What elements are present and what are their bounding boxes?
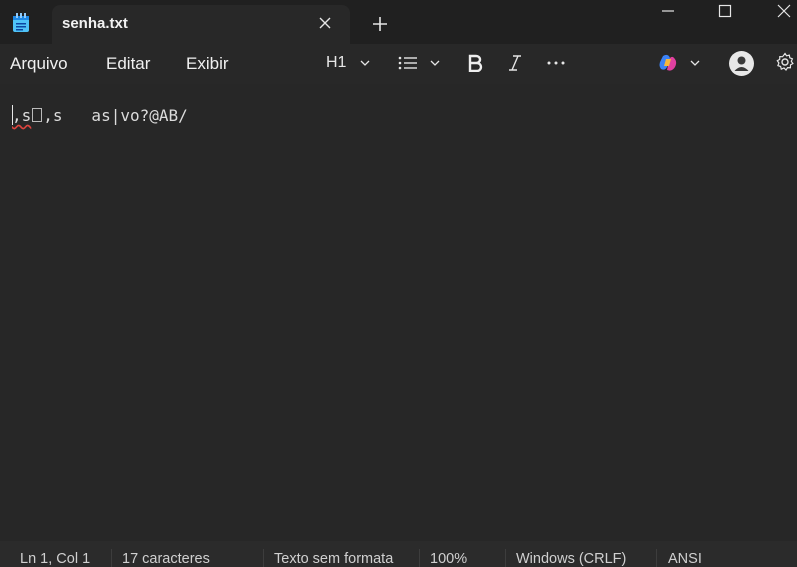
close-icon[interactable] (317, 15, 333, 31)
divider (263, 549, 264, 567)
maximize-button[interactable] (702, 0, 748, 22)
tab-senha[interactable]: senha.txt (52, 5, 350, 44)
title-bar: senha.txt (0, 0, 797, 44)
notepad-icon (13, 13, 29, 32)
list-dropdown[interactable] (398, 53, 442, 73)
tab-title: senha.txt (62, 15, 128, 32)
editor-text: ,s ,s as|vo?@AB/ (12, 106, 188, 125)
text-segment: ,s (12, 106, 32, 125)
bulleted-list-icon (398, 56, 417, 70)
maximize-icon (718, 4, 732, 18)
cursor-position: Ln 1, Col 1 (20, 551, 91, 567)
divider (656, 549, 657, 567)
gear-icon[interactable] (775, 52, 795, 72)
heading-label: H1 (326, 54, 347, 71)
menu-view[interactable]: Exibir (186, 54, 229, 74)
chevron-down-icon (430, 60, 440, 66)
text-segment: ,s as|vo?@AB/ (43, 106, 188, 125)
menu-bar: Arquivo Editar Exibir H1 (0, 44, 797, 84)
misspelled-word: ,s (12, 106, 43, 125)
menu-file[interactable]: Arquivo (10, 54, 68, 74)
divider (419, 549, 420, 567)
close-icon (777, 4, 791, 18)
more-icon[interactable] (547, 61, 565, 65)
text-editor[interactable]: ,s ,s as|vo?@AB/ (0, 84, 797, 540)
menu-edit[interactable]: Editar (106, 54, 150, 74)
bold-icon[interactable] (467, 54, 483, 72)
character-count: 17 caracteres (122, 551, 210, 567)
close-window-button[interactable] (761, 0, 797, 22)
line-ending[interactable]: Windows (CRLF) (516, 551, 626, 567)
plus-icon[interactable] (371, 15, 389, 33)
zoom-level[interactable]: 100% (430, 551, 467, 567)
account-icon[interactable] (729, 51, 754, 76)
status-bar: Ln 1, Col 1 17 caracteres Texto sem form… (0, 541, 797, 567)
divider (111, 549, 112, 567)
encoding[interactable]: ANSI (668, 551, 702, 567)
heading-dropdown[interactable]: H1 (326, 53, 372, 73)
copilot-button[interactable] (658, 53, 702, 73)
chevron-down-icon (360, 60, 370, 66)
minimize-icon (662, 10, 674, 12)
unknown-glyph-icon (32, 108, 43, 122)
text-format[interactable]: Texto sem formata (274, 551, 395, 567)
divider (505, 549, 506, 567)
italic-icon[interactable] (507, 54, 523, 72)
chevron-down-icon (690, 60, 700, 66)
minimize-button[interactable] (645, 0, 691, 22)
copilot-icon (659, 54, 677, 71)
